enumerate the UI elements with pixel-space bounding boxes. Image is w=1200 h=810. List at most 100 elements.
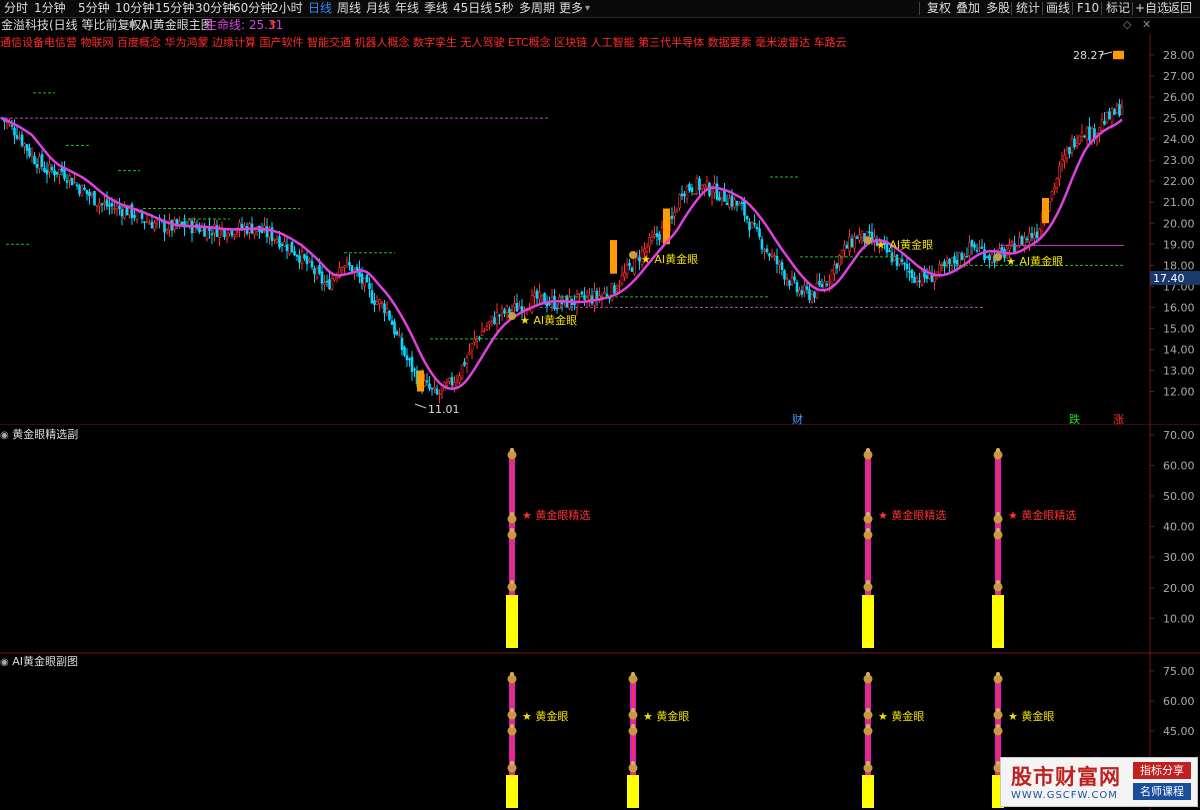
money-bag-knot [510,708,514,712]
candle-body [948,258,951,265]
candle-body [378,299,381,304]
candle-body [448,377,451,382]
candle-body [505,305,509,313]
candle-body [153,222,156,230]
candle-body [500,307,504,315]
money-bag-knot [996,672,1000,676]
candle-body [10,124,14,127]
money-bag-knot [866,580,870,584]
candle-body [98,203,101,207]
candle-body [898,258,901,265]
candle-body [905,263,909,269]
candle-body [483,329,486,332]
main-price-chart[interactable]: 28.00 27.00 26.00 25.00 24.00 23.00 22.00 21.00… [0,0,1200,425]
candle-body [788,280,791,286]
sub2-signal-label: ★ 黄金眼 [878,709,924,723]
candle-body [775,255,779,265]
candle-body [548,303,551,305]
candle-body [955,260,959,265]
candle-body [533,292,536,297]
candle-body [100,203,104,206]
candle-body [778,261,781,266]
candle-body [910,269,914,278]
candle-body [760,239,764,250]
candle-body [695,178,699,194]
candle-body [1065,149,1069,159]
sub2-axis-label: 60.00 [1163,695,1195,708]
candle-body [143,221,146,224]
candle-body [833,264,836,274]
candle-body [670,215,674,220]
money-bag-knot [996,724,1000,728]
money-bag-knot [866,761,870,765]
candle-body [918,280,921,283]
candle-body [1105,112,1109,123]
candle-body [150,221,154,229]
signal-gold-bar [610,240,617,274]
candle-body [753,222,756,225]
candle-body [615,288,619,292]
money-bag-icon [994,253,1002,262]
candle-body [643,248,646,253]
candle-body [715,183,719,200]
candle-body [603,291,606,295]
candle-body [973,244,976,248]
candle-body [805,286,809,290]
candle-body [820,284,824,288]
watermark-tag-course: 名师课程 [1133,783,1191,800]
money-bag-knot [631,708,635,712]
candle-body [40,154,44,167]
candle-body [233,234,236,237]
candle-body [658,234,661,240]
candle-body [123,207,126,219]
candle-body [623,272,626,277]
candle-body [85,189,89,194]
candle-body [25,144,29,151]
candle-body [648,237,651,247]
candle-body [725,202,729,206]
money-bag-knot [866,708,870,712]
sub1-yellow-bar [862,595,874,648]
candle-body [135,210,139,220]
candle-body [620,274,624,284]
candle-body [265,226,269,237]
candle-body [450,376,454,386]
candle-body [1110,108,1114,123]
candle-body [1060,159,1064,165]
candle-body [370,290,374,304]
candle-body [473,338,476,343]
candle-body [45,169,49,175]
candle-body [650,236,654,241]
candle-body [300,251,304,264]
candle-body [933,276,936,282]
candle-body [1010,241,1014,244]
candle-body [323,282,326,285]
candle-body [925,275,929,279]
candle-body [493,317,496,325]
candle-body [50,167,54,171]
sub1-indicator-chart[interactable]: 70.00 60.00 50.00 40.00 30.00 20.00 10.00 ★ 黄金… [0,425,1200,655]
price-axis-label: 12.00 [1163,386,1195,399]
candle-body [225,235,229,239]
candle-body [148,223,151,225]
candle-body [103,202,106,205]
candle-body [125,207,129,216]
candle-body [850,238,854,248]
candle-body [813,291,816,298]
candle-body [273,238,276,241]
candle-body [683,193,686,197]
current-price-label: 17.40 [1153,272,1185,285]
watermark-tag-share: 指标分享 [1133,762,1191,779]
candle-body [693,193,696,195]
candle-body [73,181,76,184]
ai-golden-eye-label: ★ AI黄金眼 [520,313,577,327]
candle-body [383,303,386,314]
money-bag-knot [510,672,514,676]
candle-body [508,308,511,314]
candle-body [498,314,501,317]
candle-body [830,269,834,285]
sub2-signal-label: ★ 黄金眼 [1008,709,1054,723]
candle-body [458,375,461,383]
candle-body [758,228,761,238]
candle-body [988,255,991,261]
